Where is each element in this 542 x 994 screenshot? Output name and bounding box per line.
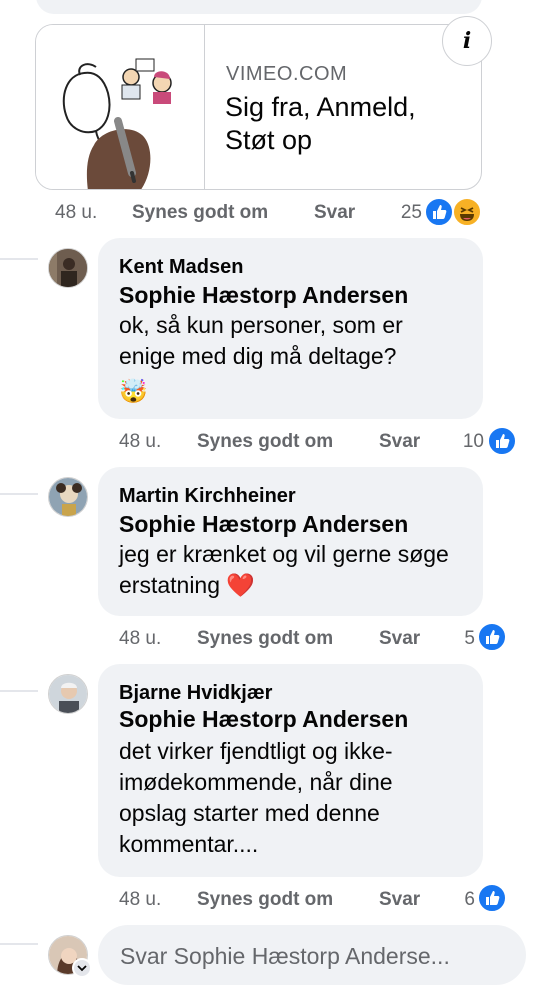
like-link[interactable]: Synes godt om [132, 202, 268, 224]
reply-link[interactable]: Svar [379, 628, 420, 650]
info-icon[interactable]: i [442, 16, 492, 66]
comment-author[interactable]: Kent Madsen [119, 256, 243, 279]
reaction-count[interactable]: 5 [445, 628, 475, 650]
like-link[interactable]: Synes godt om [197, 889, 333, 911]
comment-text: jeg er krænket og vil gerne søge erstatn… [119, 541, 449, 598]
chevron-down-icon[interactable] [72, 958, 92, 978]
comment-time[interactable]: 48 u. [119, 628, 161, 650]
comment-author[interactable]: Bjarne Hvidkjær [119, 682, 272, 705]
comment-text: ok, så kun personer, som er enige med di… [119, 312, 403, 369]
reaction-count[interactable]: 6 [445, 889, 475, 911]
like-link[interactable]: Synes godt om [197, 431, 333, 453]
haha-reaction-icon [452, 197, 482, 227]
link-domain: VIMEO.COM [226, 63, 348, 85]
reply-composer[interactable] [98, 925, 526, 987]
avatar[interactable] [48, 248, 88, 288]
comment-mention[interactable]: Sophie Hæstorp Andersen [119, 511, 408, 538]
like-reaction-icon [477, 622, 507, 652]
reply-link[interactable]: Svar [379, 431, 420, 453]
thread-connector [0, 690, 38, 692]
link-preview-thumbnail [36, 25, 205, 189]
like-reaction-icon [424, 197, 454, 227]
comment-bubble: Martin Kirchheiner Sophie Hæstorp Anders… [98, 467, 483, 616]
thread-connector [0, 943, 38, 945]
reply-input[interactable] [118, 925, 522, 987]
like-reaction-icon [477, 883, 507, 913]
thread-connector [0, 493, 38, 495]
link-title[interactable]: Sig fra, Anmeld, Støt op [225, 91, 465, 157]
comment-mention[interactable]: Sophie Hæstorp Andersen [119, 706, 408, 733]
comment-time[interactable]: 48 u. [55, 202, 97, 224]
reply-link[interactable]: Svar [314, 202, 355, 224]
like-reaction-icon [487, 426, 517, 456]
comment-author[interactable]: Martin Kirchheiner [119, 485, 296, 508]
link-preview-card[interactable]: VIMEO.COM Sig fra, Anmeld, Støt op [35, 24, 482, 190]
reply-link[interactable]: Svar [379, 889, 420, 911]
previous-comment-bubble [36, 0, 482, 14]
reaction-count[interactable]: 25 [390, 202, 422, 224]
comment-emoji: 🤯 [119, 378, 148, 404]
comment-mention[interactable]: Sophie Hæstorp Andersen [119, 282, 408, 309]
comment-bubble: Kent Madsen Sophie Hæstorp Andersen ok, … [98, 238, 483, 419]
comment-time[interactable]: 48 u. [119, 889, 161, 911]
comment-text: det virker fjendtligt og ikke-imødekomme… [119, 738, 393, 857]
thread-connector [0, 258, 38, 260]
avatar[interactable] [48, 674, 88, 714]
avatar[interactable] [48, 477, 88, 517]
comment-bubble: Bjarne Hvidkjær Sophie Hæstorp Andersen … [98, 664, 483, 877]
reaction-count[interactable]: 10 [452, 431, 484, 453]
comment-time[interactable]: 48 u. [119, 431, 161, 453]
like-link[interactable]: Synes godt om [197, 628, 333, 650]
